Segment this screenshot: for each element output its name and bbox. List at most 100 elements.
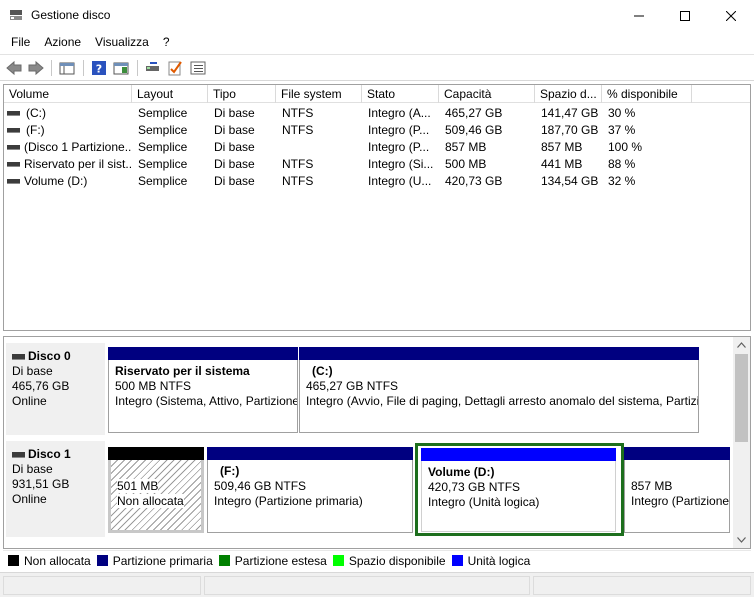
forward-arrow-icon[interactable] [27, 59, 45, 77]
disk-0-status: Online [12, 394, 47, 408]
properties-list-icon[interactable] [189, 59, 207, 77]
legend-item: Partizione primaria [96, 554, 213, 568]
table-row[interactable]: (C:) Semplice Di base NTFS Integro (A...… [4, 105, 750, 122]
cell-volume: (Disco 1 Partizione... [24, 140, 132, 154]
back-arrow-icon[interactable] [5, 59, 23, 77]
legend-item: Spazio disponibile [332, 554, 446, 568]
status-bar [0, 572, 754, 597]
scrollbar-thumb[interactable] [735, 354, 748, 442]
status-cell [204, 576, 530, 595]
cell-file-system: NTFS [282, 106, 314, 120]
partition-size: 465,27 GB NTFS [306, 379, 399, 393]
legend-item: Partizione estesa [218, 554, 327, 568]
menu-help[interactable]: ? [156, 32, 177, 52]
partition-unallocated[interactable]: 501 MB Non allocata [108, 447, 204, 533]
partition-status: Non allocata [117, 494, 184, 508]
action-pane-icon[interactable] [112, 59, 130, 77]
legend: Non allocata Partizione primaria Partizi… [3, 550, 751, 570]
cell-stato: Integro (U... [368, 174, 432, 188]
cell-capacita: 420,73 GB [445, 174, 503, 188]
partition-status: Integro (Sistema, Attivo, Partizione pri… [115, 394, 298, 408]
cell-tipo: Di base [214, 157, 255, 171]
partition-f[interactable]: (F:) 509,46 GB NTFS Integro (Partizione … [207, 447, 413, 533]
disk-0-label[interactable]: Disco 0 Di base 465,76 GB Online [6, 343, 105, 435]
checklist-icon[interactable] [166, 59, 184, 77]
close-button[interactable] [708, 0, 754, 31]
minimize-button[interactable] [616, 0, 662, 31]
maximize-button[interactable] [662, 0, 708, 31]
column-header-layout[interactable]: Layout [132, 85, 208, 103]
cell-percent-disponibile: 30 % [608, 106, 636, 120]
column-header-spazio-disponibile[interactable]: Spazio d... [535, 85, 602, 103]
cell-file-system [282, 139, 362, 156]
volume-icon [7, 111, 20, 116]
column-header-percent-disponibile[interactable]: % disponibile [602, 85, 692, 103]
column-header-tipo[interactable]: Tipo [208, 85, 276, 103]
cell-percent-disponibile: 32 % [608, 174, 636, 188]
cell-capacita: 857 MB [445, 140, 487, 154]
partition-color-bar [207, 447, 413, 460]
menu-visualizza[interactable]: Visualizza [88, 32, 156, 52]
column-header-capacita[interactable]: Capacità [439, 85, 535, 103]
partition-system-reserved[interactable]: Riservato per il sistema 500 MB NTFS Int… [108, 347, 298, 433]
disk-0-type: Di base [12, 364, 53, 378]
cell-layout: Semplice [138, 106, 188, 120]
title-bar: Gestione disco [0, 0, 754, 31]
menu-bar: File Azione Visualizza ? [0, 31, 754, 53]
partition-info: 857 MB Integro (Partizione primaria) [624, 460, 730, 533]
legend-swatch [8, 555, 19, 566]
disk-graphical-view[interactable]: Disco 0 Di base 465,76 GB Online Riserva… [3, 336, 751, 549]
legend-swatch [332, 555, 344, 566]
console-tree-icon[interactable] [58, 59, 76, 77]
vertical-scrollbar[interactable] [733, 337, 750, 548]
column-header-stato[interactable]: Stato [362, 85, 439, 103]
table-row[interactable]: Volume (D:) Semplice Di base NTFS Integr… [4, 173, 750, 190]
cell-stato: Integro (P... [368, 140, 430, 154]
partition-color-bar [108, 347, 298, 360]
help-icon[interactable]: ? [90, 59, 108, 77]
legend-item: Non allocata [8, 554, 91, 568]
partition-size: 857 MB [631, 479, 673, 493]
partition-color-bar [624, 447, 730, 460]
volume-list[interactable]: Volume Layout Tipo File system Stato Cap… [3, 84, 751, 331]
scroll-down-icon[interactable] [737, 537, 746, 543]
menu-azione[interactable]: Azione [37, 32, 88, 52]
partition-disk1-primary[interactable]: 857 MB Integro (Partizione primaria) [624, 447, 730, 533]
disk-1-label[interactable]: Disco 1 Di base 931,51 GB Online [6, 441, 105, 537]
scroll-up-icon[interactable] [737, 342, 746, 348]
volume-icon [7, 179, 20, 184]
cell-spazio-disponibile: 134,54 GB [541, 174, 599, 188]
disk-1-type: Di base [12, 462, 53, 476]
legend-label: Non allocata [24, 553, 91, 568]
partition-status: Integro (Partizione primaria) [214, 494, 363, 508]
connect-drive-icon[interactable] [144, 59, 162, 77]
partition-name: Riservato per il sistema [115, 364, 250, 378]
disk-1-name: Disco 1 [12, 447, 105, 462]
partition-status: Integro (Partizione primaria) [631, 494, 730, 508]
status-cell [533, 576, 751, 595]
cell-spazio-disponibile: 141,47 GB [541, 106, 599, 120]
column-header-volume[interactable]: Volume [4, 85, 132, 103]
partition-size: 501 MB [117, 479, 159, 493]
legend-item: Unità logica [451, 553, 531, 568]
cell-tipo: Di base [214, 123, 255, 137]
table-row[interactable]: (Disco 1 Partizione... Semplice Di base … [4, 139, 750, 156]
cell-capacita: 509,46 GB [445, 123, 503, 137]
partition-name: (F:) [220, 464, 240, 478]
table-row[interactable]: (F:) Semplice Di base NTFS Integro (P...… [4, 122, 750, 139]
menu-file[interactable]: File [4, 32, 37, 52]
partition-name [631, 464, 729, 479]
partition-info: (C:) 465,27 GB NTFS Integro (Avvio, File… [299, 360, 699, 433]
partition-c[interactable]: (C:) 465,27 GB NTFS Integro (Avvio, File… [299, 347, 699, 433]
legend-label: Unità logica [467, 553, 531, 568]
partition-status: Integro (Avvio, File di paging, Dettagli… [306, 394, 699, 408]
selection-frame [415, 443, 624, 536]
cell-tipo: Di base [214, 174, 255, 188]
volume-list-header: Volume Layout Tipo File system Stato Cap… [4, 85, 750, 103]
table-row[interactable]: Riservato per il sist... Semplice Di bas… [4, 156, 750, 173]
column-header-file-system[interactable]: File system [276, 85, 362, 103]
partition-info: (F:) 509,46 GB NTFS Integro (Partizione … [207, 460, 413, 533]
disk-0-name: Disco 0 [12, 349, 105, 364]
cell-volume: Volume (D:) [24, 174, 88, 188]
cell-file-system: NTFS [282, 174, 314, 188]
